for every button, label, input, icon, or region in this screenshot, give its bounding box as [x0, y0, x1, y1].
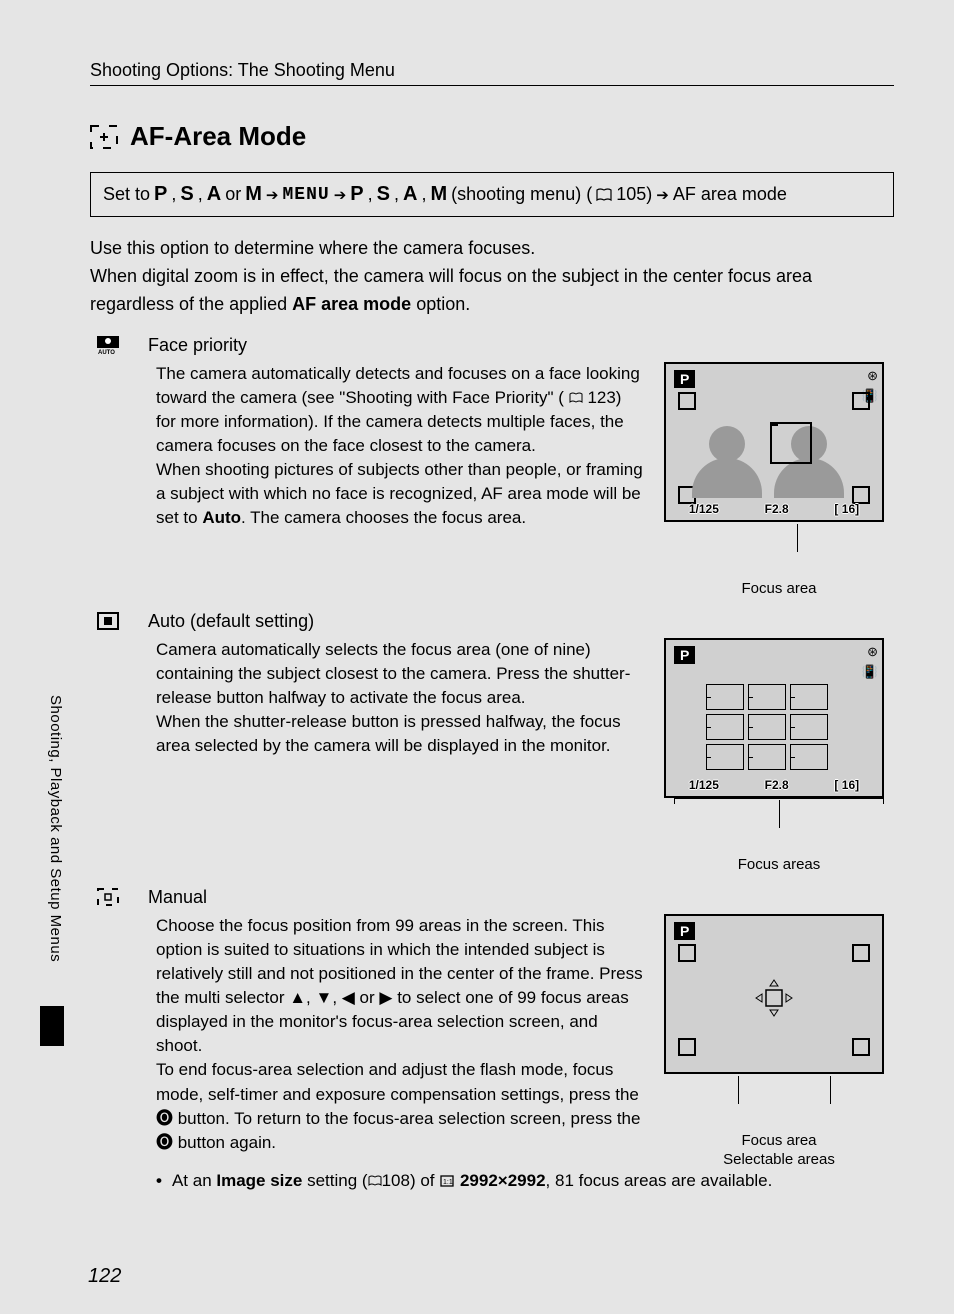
mode-description: The camera automatically detects and foc…: [90, 362, 644, 531]
mode-description: Camera automatically selects the focus a…: [90, 638, 644, 759]
nav-mode: M: [430, 183, 447, 206]
nav-mode: S: [180, 183, 193, 206]
text-part: At an: [172, 1171, 216, 1190]
page-title-row: AF-Area Mode: [90, 121, 894, 152]
arrow-icon: ➔: [266, 186, 279, 204]
nav-end: AF area mode: [673, 184, 787, 205]
page-number: 122: [88, 1265, 121, 1288]
caption-text: Selectable areas: [723, 1151, 835, 1168]
page-title: AF-Area Mode: [130, 121, 306, 152]
nav-shooting: (shooting menu) (: [451, 184, 592, 205]
osd-count: [ 16]: [834, 778, 859, 792]
nav-mode: M: [245, 183, 262, 206]
osd-shutter: 1/125: [689, 502, 719, 516]
section-tab-label: Shooting, Playback and Setup Menus: [47, 695, 64, 962]
arrow-icon: ➔: [656, 186, 669, 204]
text-part: Choose the focus position from 99 areas …: [156, 916, 643, 1056]
face-priority-icon: AUTO: [96, 335, 120, 355]
aspect-icon: 1:1: [439, 1174, 455, 1188]
auto-area-icon: [97, 612, 119, 630]
diagram-caption: Focus areas: [664, 828, 894, 873]
svg-text:AUTO: AUTO: [98, 350, 115, 355]
osd-aperture: F2.8: [765, 502, 789, 516]
selector-indicator: [752, 976, 796, 1020]
mode-heading: AUTO Face priority: [90, 335, 894, 356]
bullet-text: At an Image size setting ( 108) of 1:1 29…: [172, 1168, 772, 1194]
nav-mode: A: [207, 183, 221, 206]
diagram-caption: Focus area: [664, 552, 894, 597]
osd-aperture: F2.8: [765, 778, 789, 792]
manual-diagram: P: [664, 914, 884, 1074]
caption-text: Focus areas: [738, 856, 821, 873]
focus-box: [770, 422, 812, 464]
mode-title: Face priority: [148, 335, 247, 356]
arrow-icon: ➔: [334, 186, 347, 204]
mode-description: Choose the focus position from 99 areas …: [90, 914, 644, 1155]
osd-readout: 1/125 F2.8 [ 16]: [666, 502, 882, 516]
text-part: , 81 focus areas are available.: [546, 1171, 773, 1190]
text-bold: Image size: [216, 1171, 302, 1190]
mode-indicator-p: P: [674, 646, 695, 664]
nav-mode: P: [154, 183, 167, 206]
nav-mode: P: [350, 183, 363, 206]
face-priority-diagram: P ⊛📳 1/125 F2.8 [ 16]: [664, 362, 884, 522]
manual-area-icon: [97, 888, 119, 906]
running-header: Shooting Options: The Shooting Menu: [90, 60, 894, 86]
nav-mode: S: [377, 183, 390, 206]
nav-prefix: Set to: [103, 184, 150, 205]
af-area-icon: [90, 125, 118, 149]
intro-text: Use this option to determine where the c…: [90, 235, 894, 319]
mode-indicator-p: P: [674, 922, 695, 940]
diagram-caption: Focus area Selectable areas: [664, 1104, 894, 1168]
intro-text-bold: AF area mode: [292, 294, 411, 314]
text-part: 108) of: [382, 1171, 440, 1190]
mode-title: Manual: [148, 887, 207, 908]
text-part: setting (: [302, 1171, 367, 1190]
intro-line2: When digital zoom is in effect, the came…: [90, 263, 894, 319]
intro-text-part: option.: [411, 294, 470, 314]
book-icon: [569, 392, 583, 404]
caption-text: Focus area: [741, 580, 816, 597]
section-tab-marker: [40, 1006, 64, 1046]
nav-mode: A: [403, 183, 417, 206]
osd-icons: ⊛📳: [862, 644, 878, 680]
nav-ref: 105): [616, 184, 652, 205]
text-part: When the shutter-release button is press…: [156, 712, 621, 755]
menu-label: MENU: [282, 185, 329, 205]
osd-shutter: 1/125: [689, 778, 719, 792]
text-bold: Auto: [202, 508, 241, 527]
manual-note-bullet: • At an Image size setting ( 108) of 1:1 …: [90, 1168, 894, 1194]
osd-readout: 1/125 F2.8 [ 16]: [666, 778, 882, 792]
text-part: To end focus-area selection and adjust t…: [156, 1060, 640, 1151]
auto-diagram: P ⊛📳 1/125 F2.8 [ 16]: [664, 638, 884, 798]
mode-heading: Manual: [90, 887, 894, 908]
text-part: Camera automatically selects the focus a…: [156, 640, 630, 707]
bullet-icon: •: [156, 1168, 162, 1194]
intro-line1: Use this option to determine where the c…: [90, 235, 894, 263]
text-part: . The camera chooses the focus area.: [241, 508, 526, 527]
book-icon: [596, 188, 612, 202]
mode-manual: Manual Choose the focus position from 99…: [90, 887, 894, 1194]
book-icon: [368, 1175, 382, 1187]
osd-count: [ 16]: [834, 502, 859, 516]
mode-face-priority: AUTO Face priority The camera automatica…: [90, 335, 894, 597]
text-bold: 2992×2992: [460, 1171, 546, 1190]
text-part: The camera automatically detects and foc…: [156, 364, 640, 407]
nine-area-grid: [706, 684, 828, 770]
mode-heading: Auto (default setting): [90, 611, 894, 632]
nav-or: or: [225, 184, 241, 205]
caption-text: Focus area: [741, 1132, 816, 1149]
mode-title: Auto (default setting): [148, 611, 314, 632]
svg-text:1:1: 1:1: [443, 1179, 453, 1186]
mode-indicator-p: P: [674, 370, 695, 388]
mode-auto: Auto (default setting) Camera automatica…: [90, 611, 894, 873]
menu-path-box: Set to P, S, A or M ➔ MENU ➔ P, S, A, M …: [90, 172, 894, 217]
